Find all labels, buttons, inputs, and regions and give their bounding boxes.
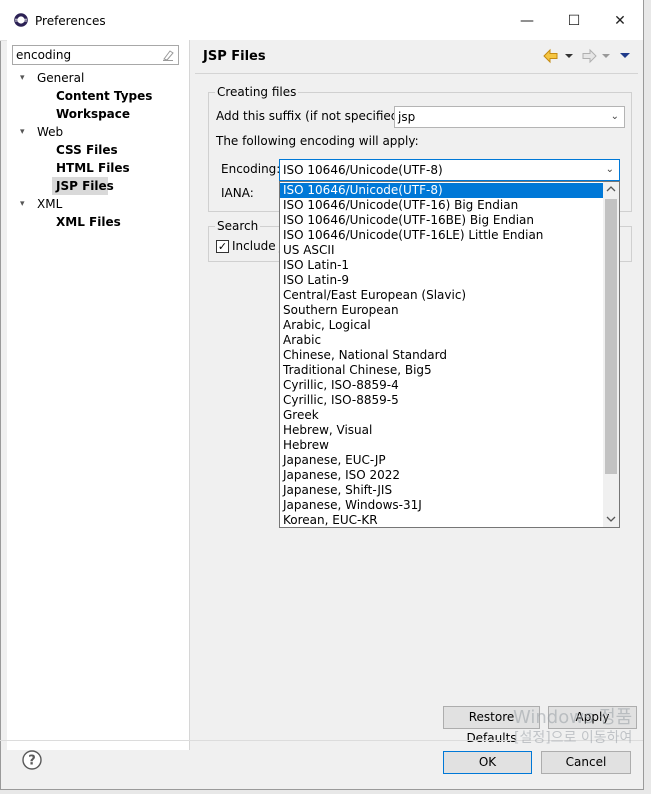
dropdown-scrollbar[interactable] — [603, 182, 619, 527]
window-title: Preferences — [35, 14, 106, 28]
title-separator — [195, 73, 638, 74]
tree-item-content-types[interactable]: Content Types — [56, 87, 152, 105]
encoding-label: Encoding: — [221, 162, 281, 176]
help-icon[interactable]: ? — [22, 750, 42, 770]
encoding-option[interactable]: Southern European — [280, 303, 603, 318]
tree-item-xml[interactable]: XML — [37, 195, 62, 213]
encoding-option[interactable]: Chinese, National Standard — [280, 348, 603, 363]
forward-arrow-icon[interactable] — [582, 48, 597, 64]
page-navigation-toolbar — [543, 48, 630, 64]
filter-input[interactable]: encoding — [12, 45, 179, 65]
tree-item-jsp-files[interactable]: JSP Files — [56, 177, 114, 195]
tree-item-html-files[interactable]: HTML Files — [56, 159, 130, 177]
encoding-dropdown-list[interactable]: ISO 10646/Unicode(UTF-8) ISO 10646/Unico… — [279, 181, 620, 528]
minimize-button[interactable]: — — [512, 8, 542, 34]
encoding-option[interactable]: Arabic — [280, 333, 603, 348]
encoding-combo[interactable]: ISO 10646/Unicode(UTF-8) ⌄ — [279, 159, 620, 181]
encoding-note: The following encoding will apply: — [216, 134, 419, 148]
encoding-option[interactable]: Central/East European (Slavic) — [280, 288, 603, 303]
encoding-option[interactable]: Cyrillic, ISO-8859-4 — [280, 378, 603, 393]
close-button[interactable]: ✕ — [605, 8, 635, 34]
encoding-option[interactable]: Cyrillic, ISO-8859-5 — [280, 393, 603, 408]
scrollbar-thumb[interactable] — [605, 199, 617, 474]
back-arrow-icon[interactable] — [543, 48, 558, 64]
activation-watermark-subtitle: [설정]으로 이동하여 — [514, 730, 633, 746]
title-bar[interactable]: Preferences — ☐ ✕ — [0, 0, 643, 41]
encoding-option[interactable]: ISO 10646/Unicode(UTF-16LE) Little Endia… — [280, 228, 603, 243]
encoding-option[interactable]: Japanese, ISO 2022 — [280, 468, 603, 483]
expand-general-icon[interactable]: ▾ — [20, 73, 30, 83]
encoding-option[interactable]: ISO 10646/Unicode(UTF-16BE) Big Endian — [280, 213, 603, 228]
tree-item-xml-files[interactable]: XML Files — [56, 213, 121, 231]
encoding-value: ISO 10646/Unicode(UTF-8) — [283, 163, 443, 177]
ok-button[interactable]: OK — [443, 751, 532, 774]
suffix-label: Add this suffix (if not specified): — [216, 109, 408, 123]
scroll-up-icon[interactable] — [606, 185, 616, 193]
search-group-label: Search — [215, 219, 261, 233]
forward-dropdown-icon[interactable] — [602, 54, 610, 58]
chevron-down-icon: ⌄ — [610, 111, 619, 122]
creating-files-label: Creating files — [215, 85, 299, 99]
encoding-option[interactable]: Hebrew — [280, 438, 603, 453]
encoding-option[interactable]: ISO Latin-1 — [280, 258, 603, 273]
encoding-option[interactable]: US ASCII — [280, 243, 603, 258]
tree-item-general[interactable]: General — [37, 69, 84, 87]
encoding-option[interactable]: ISO 10646/Unicode(UTF-16) Big Endian — [280, 198, 603, 213]
svg-text:?: ? — [28, 754, 36, 769]
clear-filter-icon[interactable] — [161, 48, 175, 62]
encoding-option[interactable]: Korean, EUC-KR — [280, 513, 603, 527]
include-jsp-checkbox[interactable]: ✓ — [216, 240, 229, 253]
tree-item-workspace[interactable]: Workspace — [56, 105, 130, 123]
cancel-button[interactable]: Cancel — [541, 751, 631, 774]
expand-web-icon[interactable]: ▾ — [20, 127, 30, 137]
tree-item-web[interactable]: Web — [37, 123, 63, 141]
maximize-button[interactable]: ☐ — [559, 8, 589, 34]
eclipse-app-icon — [14, 13, 28, 27]
back-dropdown-icon[interactable] — [565, 54, 573, 58]
encoding-option[interactable]: Japanese, Windows-31J — [280, 498, 603, 513]
suffix-combo[interactable]: jsp ⌄ — [394, 106, 625, 128]
activation-watermark-title: Windows 정품 — [513, 707, 633, 728]
page-title: JSP Files — [203, 49, 266, 64]
encoding-option[interactable]: Hebrew, Visual — [280, 423, 603, 438]
expand-xml-icon[interactable]: ▾ — [20, 199, 30, 209]
include-jsp-label: Include J — [232, 239, 284, 253]
scroll-down-icon[interactable] — [606, 515, 616, 523]
encoding-option[interactable]: Japanese, Shift-JIS — [280, 483, 603, 498]
encoding-option[interactable]: ISO 10646/Unicode(UTF-8) — [280, 183, 603, 198]
encoding-option[interactable]: ISO Latin-9 — [280, 273, 603, 288]
tree-item-css-files[interactable]: CSS Files — [56, 141, 118, 159]
suffix-value: jsp — [398, 110, 416, 124]
encoding-option[interactable]: Japanese, EUC-JP — [280, 453, 603, 468]
chevron-down-icon: ⌄ — [605, 164, 614, 175]
encoding-option[interactable]: Traditional Chinese, Big5 — [280, 363, 603, 378]
iana-label: IANA: — [221, 186, 254, 200]
encoding-option[interactable]: Arabic, Logical — [280, 318, 603, 333]
view-menu-icon[interactable] — [620, 53, 630, 58]
encoding-option[interactable]: Greek — [280, 408, 603, 423]
